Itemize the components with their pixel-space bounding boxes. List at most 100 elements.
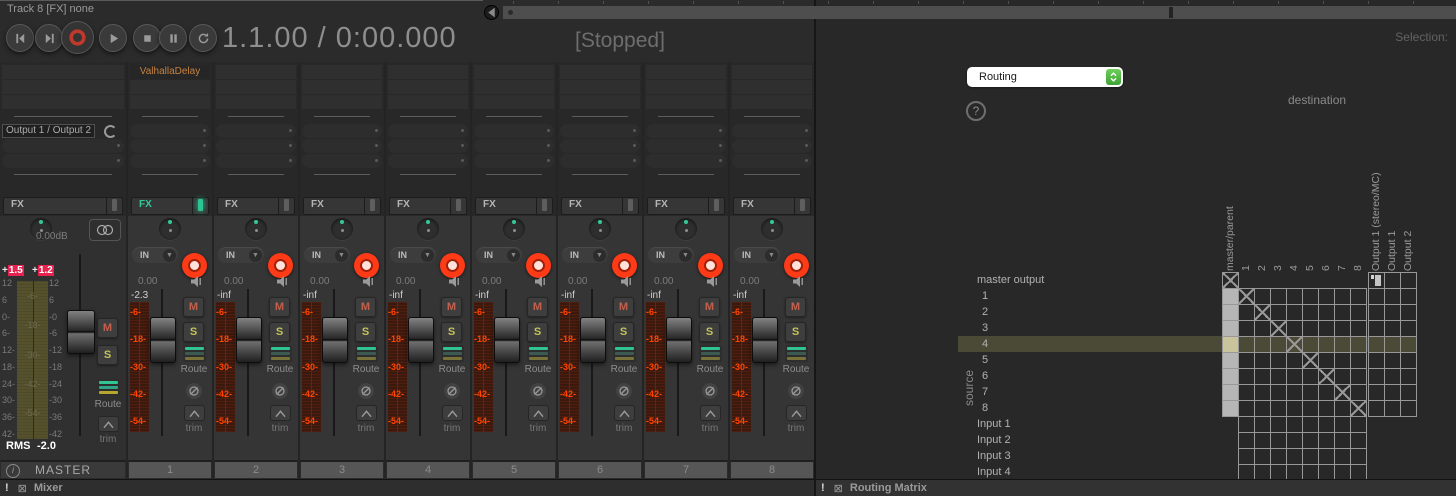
pan-knob[interactable]: [675, 218, 697, 240]
monitor-speaker-icon[interactable]: [362, 275, 376, 288]
matrix-cell[interactable]: [1400, 384, 1417, 401]
pan-knob[interactable]: [159, 218, 181, 240]
matrix-cell[interactable]: [1270, 320, 1287, 337]
fx-slot[interactable]: [216, 65, 296, 79]
fx-slot[interactable]: [474, 95, 554, 109]
matrix-cell[interactable]: [1318, 336, 1335, 353]
matrix-cell[interactable]: [1384, 384, 1401, 401]
matrix-cell[interactable]: [1368, 320, 1385, 337]
tab-routing-matrix[interactable]: Routing Matrix: [850, 482, 927, 494]
phase-button[interactable]: [788, 383, 804, 399]
send-slot[interactable]: [130, 124, 210, 138]
send-slot[interactable]: [302, 139, 382, 153]
matrix-cell[interactable]: [1400, 304, 1417, 321]
solo-button[interactable]: S: [785, 322, 806, 342]
pan-knob[interactable]: [589, 218, 611, 240]
matrix-cell[interactable]: [1318, 320, 1335, 337]
fx-enable-indicator[interactable]: [284, 199, 289, 211]
fx-enable-indicator[interactable]: [456, 199, 461, 211]
input-select-button[interactable]: IN: [132, 247, 178, 263]
matrix-cell[interactable]: [1302, 400, 1319, 417]
matrix-cell[interactable]: [1238, 352, 1255, 369]
send-slot[interactable]: [216, 154, 296, 168]
matrix-cell[interactable]: [1270, 448, 1287, 465]
fx-button[interactable]: FX: [389, 197, 467, 215]
matrix-cell[interactable]: [1384, 288, 1401, 305]
monitor-speaker-icon[interactable]: [190, 275, 204, 288]
volume-readout[interactable]: 0.00: [310, 276, 329, 287]
transport-repeat-button[interactable]: [189, 24, 217, 52]
matrix-cell[interactable]: [1270, 416, 1287, 433]
transport-record-button[interactable]: [61, 21, 94, 54]
track-name-cell[interactable]: 3: [300, 460, 384, 478]
trim-button[interactable]: [184, 405, 205, 421]
help-button[interactable]: ?: [966, 101, 986, 121]
fx-slot[interactable]: [646, 65, 726, 79]
matrix-cell[interactable]: [1270, 288, 1287, 305]
pan-knob[interactable]: [503, 218, 525, 240]
route-button[interactable]: [699, 345, 722, 362]
matrix-cell[interactable]: [1350, 288, 1367, 305]
matrix-cell[interactable]: [1254, 352, 1271, 369]
matrix-cell[interactable]: [1384, 272, 1401, 289]
mute-button[interactable]: M: [613, 297, 634, 317]
track-name-cell[interactable]: 2: [214, 460, 298, 478]
send-slot[interactable]: [216, 124, 296, 138]
master-volume-fader[interactable]: [67, 310, 95, 354]
matrix-cell[interactable]: [1238, 448, 1255, 465]
route-button[interactable]: [527, 345, 550, 362]
close-box-icon[interactable]: ⊠: [18, 482, 27, 495]
input-select-button[interactable]: IN: [734, 247, 780, 263]
matrix-cell[interactable]: [1350, 320, 1367, 337]
matrix-cell[interactable]: [1286, 304, 1303, 321]
matrix-cell[interactable]: [1334, 336, 1351, 353]
matrix-cell[interactable]: [1368, 272, 1385, 289]
track-name-cell[interactable]: 8: [730, 460, 814, 478]
fx-enable-indicator[interactable]: [370, 199, 375, 211]
matrix-cell[interactable]: [1334, 288, 1351, 305]
view-mode-dropdown[interactable]: Routing: [967, 67, 1123, 87]
trim-button[interactable]: [614, 405, 635, 421]
mute-button[interactable]: M: [527, 297, 548, 317]
send-slot[interactable]: [130, 139, 210, 153]
matrix-cell[interactable]: [1302, 336, 1319, 353]
send-slot[interactable]: [732, 139, 812, 153]
transport-pause-button[interactable]: [159, 24, 187, 52]
matrix-cell[interactable]: [1238, 432, 1255, 449]
send-slot[interactable]: [732, 154, 812, 168]
mute-button[interactable]: M: [441, 297, 462, 317]
input-select-button[interactable]: IN: [648, 247, 694, 263]
fx-slot[interactable]: [474, 65, 554, 79]
matrix-cell[interactable]: [1350, 336, 1367, 353]
matrix-cell[interactable]: [1334, 320, 1351, 337]
solo-button[interactable]: S: [269, 322, 290, 342]
matrix-cell[interactable]: [1400, 288, 1417, 305]
volume-readout[interactable]: 0.00: [740, 276, 759, 287]
matrix-cell[interactable]: [1302, 352, 1319, 369]
fx-enable-indicator[interactable]: [800, 199, 805, 211]
matrix-cell[interactable]: [1222, 272, 1239, 289]
track-name-cell[interactable]: 6: [558, 460, 642, 478]
volume-fader[interactable]: [580, 317, 606, 363]
send-slot[interactable]: [216, 139, 296, 153]
matrix-cell[interactable]: [1334, 400, 1351, 417]
phase-button[interactable]: [186, 383, 202, 399]
matrix-cell[interactable]: [1334, 416, 1351, 433]
matrix-cell[interactable]: [1318, 416, 1335, 433]
mute-button[interactable]: M: [269, 297, 290, 317]
send-slot[interactable]: [646, 139, 726, 153]
send-slot[interactable]: [646, 124, 726, 138]
matrix-cell[interactable]: [1238, 336, 1255, 353]
fx-slot[interactable]: [388, 95, 468, 109]
fx-button[interactable]: FX: [561, 197, 639, 215]
matrix-cell[interactable]: [1368, 400, 1385, 417]
matrix-cell[interactable]: [1302, 368, 1319, 385]
route-button[interactable]: [785, 345, 808, 362]
matrix-cell[interactable]: [1222, 384, 1239, 401]
matrix-cell[interactable]: [1400, 336, 1417, 353]
fx-slot[interactable]: [302, 80, 382, 94]
phase-button[interactable]: [530, 383, 546, 399]
clip-indicator-left[interactable]: +1.5: [2, 265, 24, 276]
transport-stop-button[interactable]: [133, 24, 161, 52]
send-slot[interactable]: [388, 139, 468, 153]
